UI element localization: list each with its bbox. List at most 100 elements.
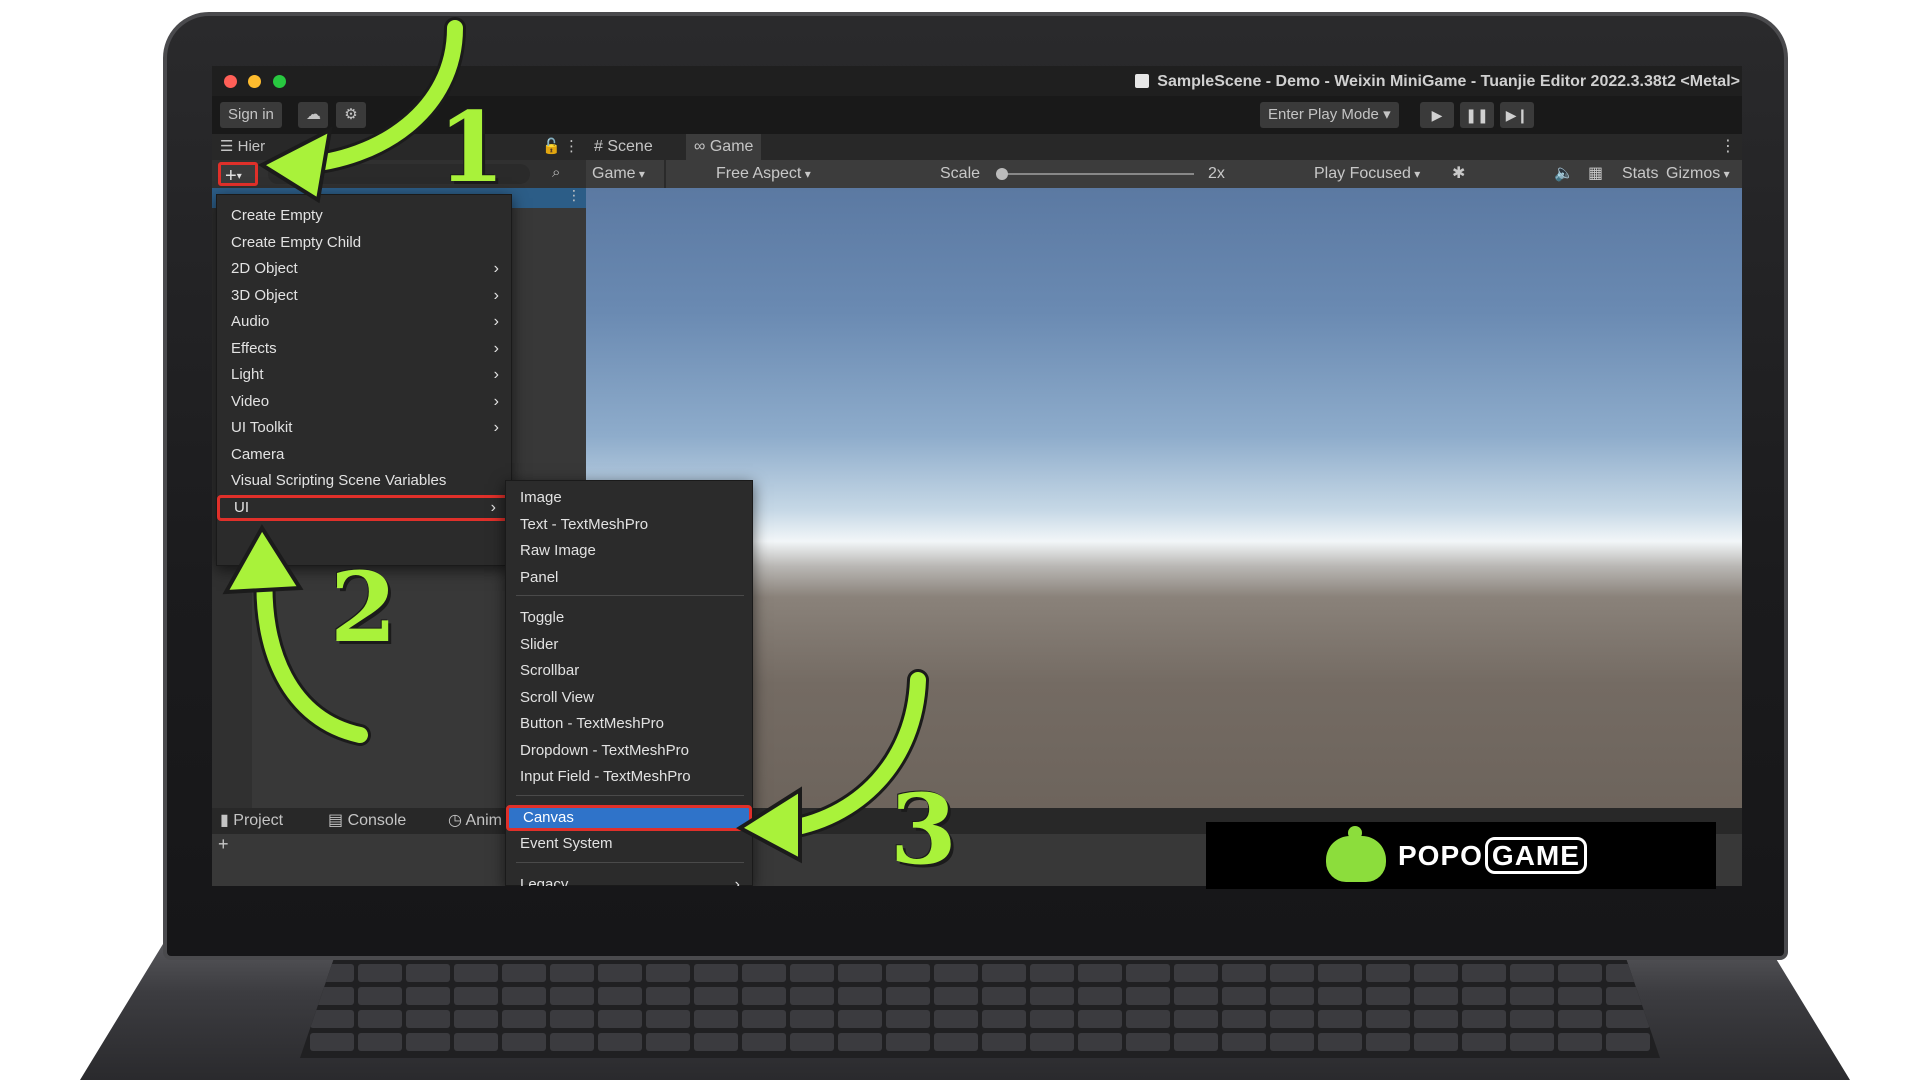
step-number-3: 3	[890, 773, 957, 886]
menu-item[interactable]: Video ›	[217, 389, 511, 415]
keyboard-key	[406, 1010, 450, 1028]
keyboard-key	[502, 987, 546, 1005]
enter-play-mode-dropdown[interactable]: Enter Play Mode ▾	[1260, 102, 1399, 128]
keyboard-key	[1606, 1033, 1650, 1051]
submenu-item-label: Slider	[520, 635, 559, 653]
row-kebab-icon[interactable]: ⋮	[567, 187, 581, 204]
submenu-item[interactable]: Panel	[506, 565, 752, 591]
ui-submenu: Image Text - TextMeshPro Raw Image Panel Tog…	[505, 480, 753, 886]
play-focused-dropdown[interactable]: Play Focused	[1314, 160, 1420, 188]
submenu-item[interactable]: Legacy ›	[506, 872, 752, 887]
view-kebab-icon[interactable]: ⋮	[1720, 134, 1736, 160]
aspect-dropdown[interactable]: Free Aspect	[716, 160, 811, 188]
keyboard-key	[838, 1010, 882, 1028]
plus-icon[interactable]: +	[218, 834, 229, 855]
step-button[interactable]: ▶❙	[1500, 102, 1534, 128]
game-view-viewport[interactable]	[586, 188, 1742, 808]
submenu-item-label: Event System	[520, 835, 613, 852]
submenu-item-label: Image	[520, 489, 562, 506]
lock-icon[interactable]: 🔓	[542, 134, 561, 160]
display-dropdown[interactable]: Game	[592, 160, 645, 188]
tab-console-label: Console	[347, 812, 407, 829]
gizmos-dropdown[interactable]: Gizmos	[1666, 160, 1730, 188]
tab-game-label: Game	[709, 138, 754, 155]
submenu-item-label: Text - TextMeshPro	[520, 515, 649, 533]
tab-scene[interactable]: # Scene	[586, 134, 661, 160]
menu-item[interactable]: Camera	[217, 442, 511, 468]
menu-item[interactable]: Create Empty Child	[217, 230, 511, 256]
cloud-icon[interactable]: ☁	[298, 102, 328, 128]
add-object-button[interactable]: +▾	[218, 162, 258, 187]
settings-gear-icon[interactable]: ⚙	[336, 102, 366, 128]
tab-hierarchy[interactable]: ☰ Hier	[220, 134, 265, 160]
submenu-item[interactable]: Dropdown - TextMeshPro	[506, 738, 752, 764]
maximize-window-button[interactable]	[273, 75, 286, 88]
scale-slider-track[interactable]	[998, 173, 1194, 175]
tab-console[interactable]: ▤ Console	[328, 808, 406, 834]
submenu-item-label: Raw Image	[520, 542, 596, 559]
audio-mute-icon[interactable]: 🔈	[1554, 160, 1574, 188]
submenu-item[interactable]: Button - TextMeshPro	[506, 711, 752, 737]
keyboard-key	[790, 987, 834, 1005]
keyboard-key	[742, 1010, 786, 1028]
menu-item[interactable]: 2D Object ›	[217, 256, 511, 282]
stats-button[interactable]: Stats	[1622, 160, 1658, 188]
submenu-item-canvas[interactable]: Canvas	[506, 804, 752, 831]
menu-item[interactable]: Effects ›	[217, 336, 511, 362]
kebab-menu-icon[interactable]: ⋮	[564, 134, 579, 160]
keyboard-key	[358, 987, 402, 1005]
submenu-item[interactable]: Text - TextMeshPro	[506, 512, 752, 538]
menu-item[interactable]: Create Empty	[217, 203, 511, 229]
keyboard-key	[1174, 1033, 1218, 1051]
menu-item-ui[interactable]: UI ›	[217, 494, 511, 521]
keyboard-key	[598, 987, 642, 1005]
keyboard-key	[1030, 1033, 1074, 1051]
keyboard-key	[982, 1033, 1026, 1051]
chevron-right-icon: ›	[493, 392, 499, 410]
keyboard-key	[1318, 1033, 1362, 1051]
submenu-item[interactable]: Toggle	[506, 605, 752, 631]
submenu-item[interactable]: Image	[506, 485, 752, 511]
close-window-button[interactable]	[224, 75, 237, 88]
chevron-right-icon: ›	[493, 260, 499, 277]
menu-item[interactable]: UI Toolkit ›	[217, 415, 511, 441]
keyboard-key	[742, 1033, 786, 1051]
submenu-item[interactable]: Slider	[506, 632, 752, 658]
tab-game[interactable]: ∞ Game	[686, 134, 762, 160]
submenu-item-label: Canvas	[523, 808, 574, 826]
keyboard-key	[694, 987, 738, 1005]
menu-item[interactable]: Light ›	[217, 362, 511, 388]
menu-item[interactable]: Visual Scripting Scene Variables	[217, 468, 511, 494]
keyboard-key	[790, 1033, 834, 1051]
keyboard-key	[790, 1010, 834, 1028]
sign-in-button[interactable]: Sign in	[220, 102, 282, 128]
pause-button[interactable]: ❚❚	[1460, 102, 1494, 128]
chevron-right-icon: ›	[493, 313, 499, 330]
scale-slider-handle[interactable]	[996, 168, 1008, 180]
play-button[interactable]: ▶	[1420, 102, 1454, 128]
bug-icon[interactable]: ✱	[1452, 160, 1465, 188]
scene-file-icon	[1135, 74, 1150, 88]
folder-icon: ▮	[220, 812, 229, 829]
step-number-1: 1	[438, 91, 505, 204]
keyboard-key	[694, 1010, 738, 1028]
chevron-right-icon: ›	[734, 875, 740, 887]
submenu-item[interactable]: Input Field - TextMeshPro	[506, 764, 752, 790]
hierarchy-toolbar: +▾ ⌕	[212, 160, 586, 188]
find-icon[interactable]: ⌕	[552, 164, 560, 181]
submenu-item[interactable]: Event System	[506, 831, 752, 857]
menu-item[interactable]: Audio ›	[217, 309, 511, 335]
submenu-item-label: Legacy	[520, 875, 569, 887]
minimize-window-button[interactable]	[248, 75, 261, 88]
submenu-item[interactable]: Raw Image	[506, 538, 752, 564]
tab-project[interactable]: ▮ Project	[220, 808, 283, 834]
grid-icon[interactable]: ▦	[1588, 160, 1603, 188]
menu-item[interactable]: 3D Object ›	[217, 283, 511, 309]
keyboard-key	[1126, 987, 1170, 1005]
tab-animation[interactable]: ◷ Anim	[448, 808, 502, 834]
keyboard-key	[454, 1010, 498, 1028]
keyboard-key	[886, 964, 930, 982]
keyboard-key	[838, 987, 882, 1005]
submenu-item[interactable]: Scroll View	[506, 685, 752, 711]
submenu-item[interactable]: Scrollbar	[506, 658, 752, 684]
